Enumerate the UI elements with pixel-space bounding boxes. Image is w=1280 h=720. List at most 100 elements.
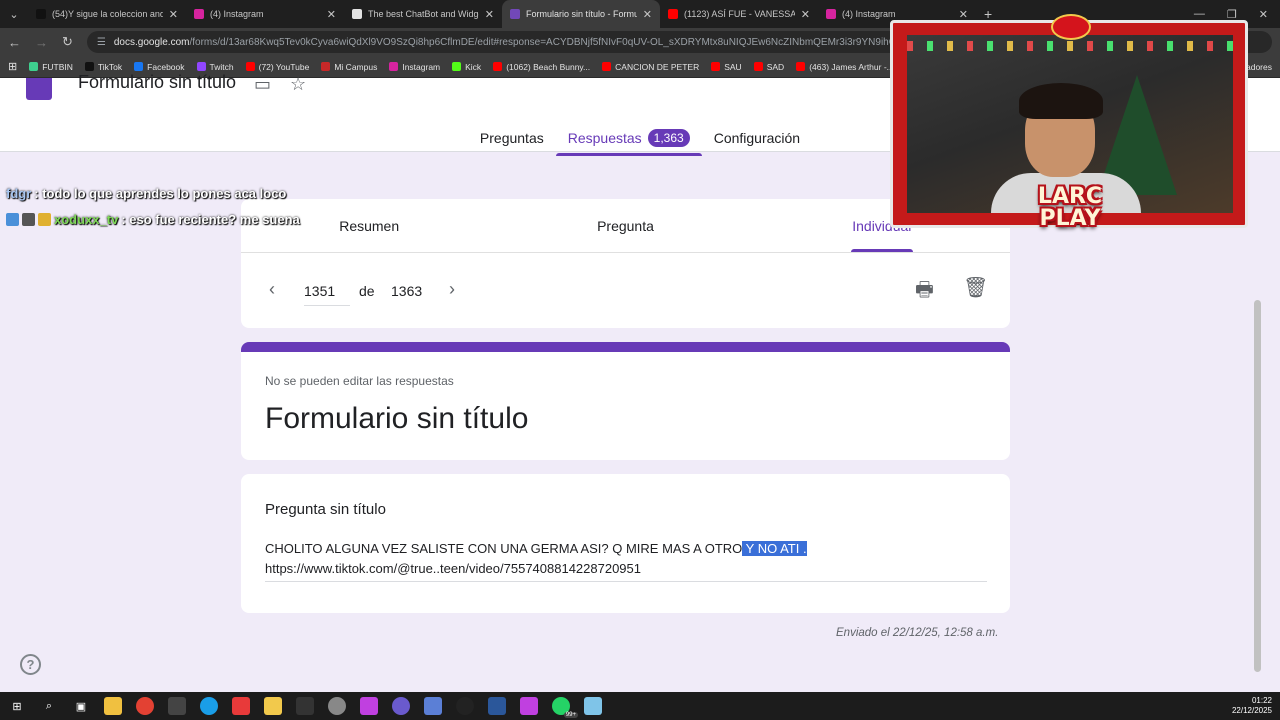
- app-icon[interactable]: [232, 697, 250, 715]
- close-tab-icon[interactable]: ✕: [801, 8, 810, 21]
- browser-tab[interactable]: (54)Y sigue la coleccion andado ✕: [28, 0, 186, 28]
- tab-title: Formulario sin título - Formula: [526, 9, 637, 19]
- bookmark-item[interactable]: (463) James Arthur -...: [796, 62, 894, 72]
- bookmark-label: SAD: [766, 61, 785, 72]
- reload-icon[interactable]: ↻: [62, 34, 73, 50]
- bookmark-favicon-icon: [389, 62, 399, 71]
- responses-count-badge: 1,363: [647, 129, 690, 147]
- bookmark-item[interactable]: Instagram: [389, 62, 440, 72]
- app-icon[interactable]: [584, 697, 602, 715]
- bookmark-item[interactable]: (72) YouTube: [245, 62, 309, 72]
- cannot-edit-note: No se pueden editar las respuestas: [265, 374, 454, 388]
- browser-tab[interactable]: (1123) ASÍ FUE - VANESSA ✕: [660, 0, 818, 28]
- form-title-card: No se pueden editar las respuestas Formu…: [241, 342, 1010, 460]
- close-tab-icon[interactable]: ✕: [169, 8, 178, 21]
- word-icon[interactable]: [488, 697, 506, 715]
- help-icon[interactable]: ?: [20, 654, 41, 675]
- url-host: docs.google.com: [113, 36, 190, 48]
- bookmark-item[interactable]: TikTok: [84, 62, 122, 72]
- tab-favicon-icon: [194, 9, 204, 19]
- minimize-icon[interactable]: —: [1194, 8, 1205, 21]
- browser-tab[interactable]: (4) Instagram ✕: [186, 0, 344, 28]
- clock-date: 22/12/2025: [1231, 706, 1272, 715]
- tab-search-chevron-icon[interactable]: ⌄: [0, 0, 28, 28]
- page-scrollbar[interactable]: [1254, 300, 1261, 672]
- tab-questions-label: Preguntas: [479, 130, 544, 146]
- tab-favicon-icon: [36, 9, 46, 19]
- bookmark-item[interactable]: SAU: [711, 61, 742, 72]
- response-index-input[interactable]: 1351: [304, 283, 350, 306]
- answer-selected-text: Y NO ATI .: [742, 541, 807, 556]
- subtab-question-label: Pregunta: [597, 217, 654, 234]
- app-icon[interactable]: [328, 697, 346, 715]
- close-tab-icon[interactable]: ✕: [643, 8, 652, 21]
- close-tab-icon[interactable]: ✕: [485, 8, 494, 21]
- edge-icon[interactable]: [200, 697, 218, 715]
- bookmark-item[interactable]: SAD: [753, 61, 785, 72]
- obs-icon[interactable]: [456, 697, 474, 715]
- start-icon[interactable]: ⊞: [8, 697, 26, 715]
- star-icon[interactable]: ☆: [290, 74, 306, 95]
- chat-username: fdgr: [6, 186, 32, 201]
- url-path: /forms/d/13ar68Kwq5Tev0kCyva6wiQdXl9VO9S…: [189, 36, 949, 48]
- app-icon[interactable]: [392, 697, 410, 715]
- site-info-icon[interactable]: ☰: [97, 37, 106, 48]
- clock-time: 01:22: [1251, 696, 1272, 705]
- bookmark-item[interactable]: Mi Campus: [321, 62, 377, 72]
- move-to-folder-icon[interactable]: ▭: [254, 74, 271, 95]
- subtab-summary-label: Resumen: [339, 217, 400, 234]
- forward-icon[interactable]: →: [35, 35, 48, 50]
- bookmark-label: CANCION DE PETER: [615, 61, 700, 72]
- chrome-icon[interactable]: [136, 697, 154, 715]
- answer-link: https://www.tiktok.com/@true..teen/video…: [265, 561, 641, 576]
- search-icon[interactable]: ⌕: [40, 697, 58, 715]
- doc-title[interactable]: Formulario sin título: [78, 72, 236, 93]
- close-tab-icon[interactable]: ✕: [327, 8, 336, 21]
- whatsapp-icon[interactable]: 99+: [552, 697, 578, 718]
- bookmark-item[interactable]: CANCION DE PETER: [602, 62, 699, 72]
- maximize-icon[interactable]: ❐: [1227, 8, 1237, 21]
- folder-icon[interactable]: [264, 697, 282, 715]
- bookmark-label: SAU: [724, 61, 742, 72]
- subtab-question[interactable]: Pregunta: [497, 199, 753, 252]
- tab-responses[interactable]: Respuestas 1,363: [555, 124, 702, 156]
- bookmark-item[interactable]: Facebook: [134, 62, 185, 72]
- close-window-icon[interactable]: ✕: [1259, 8, 1268, 21]
- christmas-lights: [907, 41, 1233, 51]
- app-icon[interactable]: [520, 697, 538, 715]
- channel-logo-line1: LARC: [1037, 184, 1103, 209]
- forms-logo-icon[interactable]: [26, 78, 52, 100]
- previous-response-icon[interactable]: ‹: [269, 279, 275, 300]
- bookmark-item[interactable]: Twitch: [196, 61, 234, 72]
- tab-responses-label: Respuestas: [567, 130, 642, 146]
- app-icon[interactable]: [168, 697, 186, 715]
- back-icon[interactable]: ←: [8, 35, 21, 50]
- tab-title: (1123) ASÍ FUE - VANESSA: [684, 9, 795, 19]
- browser-tab[interactable]: Formulario sin título - Formula ✕: [502, 0, 660, 28]
- close-tab-icon[interactable]: ✕: [959, 8, 968, 21]
- bookmark-favicon-icon: [753, 62, 763, 71]
- bookmarks-overflow[interactable]: adores: [1246, 62, 1272, 72]
- question-answer[interactable]: CHOLITO ALGUNA VEZ SALISTE CON UNA GERMA…: [265, 539, 987, 582]
- bookmark-label: Twitch: [209, 61, 234, 72]
- browser-tab[interactable]: The best ChatBot and Widgets ✕: [344, 0, 502, 28]
- bookmark-favicon-icon: [196, 62, 206, 71]
- file-explorer-icon[interactable]: [104, 697, 122, 715]
- delete-icon[interactable]: 🗑: [963, 275, 988, 300]
- system-clock[interactable]: 01:22 22/12/2025: [1232, 696, 1272, 716]
- app-icon[interactable]: [360, 697, 378, 715]
- calculator-icon[interactable]: [424, 697, 442, 715]
- print-icon[interactable]: 🖶: [915, 275, 934, 309]
- bookmark-favicon-icon: [134, 62, 144, 71]
- task-view-icon[interactable]: ▣: [72, 697, 90, 715]
- bookmark-item[interactable]: Kick: [452, 62, 481, 72]
- bookmark-item[interactable]: (1062) Beach Bunny...: [493, 62, 590, 72]
- tab-questions[interactable]: Preguntas: [468, 124, 556, 152]
- tab-settings[interactable]: Configuración: [702, 124, 812, 152]
- app-icon[interactable]: [296, 697, 314, 715]
- chat-badge-icon: [38, 213, 51, 226]
- bookmark-item[interactable]: FUTBIN: [29, 62, 73, 72]
- apps-grid-icon[interactable]: ⊞: [8, 60, 17, 73]
- chat-text: : todo lo que aprendes lo pones aca loco: [34, 186, 287, 201]
- next-response-icon[interactable]: ›: [449, 279, 455, 300]
